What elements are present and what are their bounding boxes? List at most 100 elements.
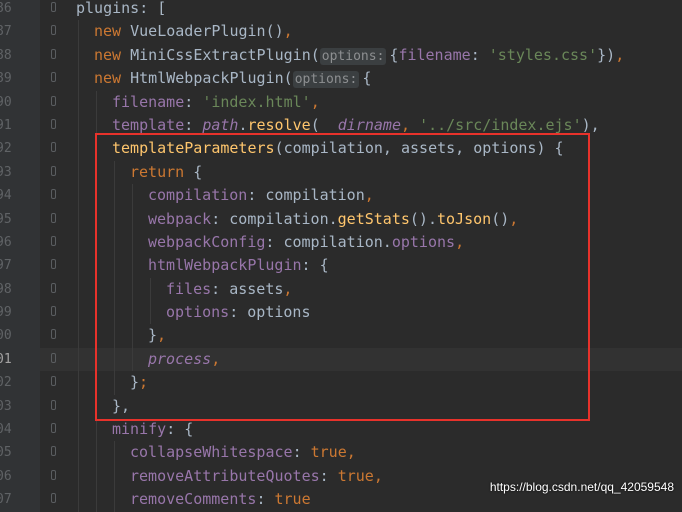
fold-marker-icon[interactable] bbox=[49, 234, 58, 250]
line-number: 04 bbox=[0, 418, 40, 442]
fold-marker-icon[interactable] bbox=[49, 281, 58, 297]
code-line[interactable]: 01 process, bbox=[0, 347, 682, 372]
code-token: : bbox=[184, 92, 203, 111]
code-text: htmlWebpackPlugin: { bbox=[148, 254, 329, 277]
line-number: 97 bbox=[0, 254, 40, 278]
indent-guide bbox=[150, 301, 151, 325]
code-line[interactable]: 04 minify: { bbox=[0, 418, 682, 442]
code-line[interactable]: 97 htmlWebpackPlugin: { bbox=[0, 254, 682, 278]
indent-guide bbox=[114, 371, 115, 395]
parameter-hint: options: bbox=[292, 71, 360, 89]
code-token: ( bbox=[283, 69, 293, 88]
code-line[interactable]: 99 options: options bbox=[0, 301, 682, 325]
code-line[interactable]: 00}, bbox=[0, 324, 682, 348]
code-token: : [ bbox=[139, 0, 167, 17]
code-text: webpack: compilation.getStats().toJson()… bbox=[148, 208, 518, 231]
fold-marker-icon[interactable] bbox=[49, 257, 58, 273]
line-number: 05 bbox=[0, 441, 40, 465]
indent-guide bbox=[78, 67, 79, 91]
code-token: templateParameters bbox=[112, 139, 275, 158]
fold-marker-icon[interactable] bbox=[49, 327, 58, 343]
code-text: return { bbox=[130, 161, 202, 184]
code-text: }, bbox=[148, 324, 166, 347]
fold-marker-icon[interactable] bbox=[49, 23, 58, 39]
code-line[interactable]: 03}, bbox=[0, 394, 682, 419]
code-line[interactable]: 86 plugins: [ bbox=[0, 0, 682, 21]
code-line[interactable]: 91 template: path.resolve(__dirname, '../… bbox=[0, 113, 682, 138]
indent-guide bbox=[114, 160, 115, 185]
indent-guide bbox=[114, 207, 115, 231]
fold-marker-icon[interactable] bbox=[49, 94, 58, 110]
code-token: (). bbox=[409, 209, 437, 228]
code-text: new HtmlWebpackPlugin(options:{ bbox=[94, 67, 371, 90]
fold-marker-icon[interactable] bbox=[49, 374, 58, 390]
indent-guide bbox=[96, 394, 97, 419]
code-text: options: options bbox=[166, 301, 311, 324]
line-number: 00 bbox=[0, 324, 40, 348]
code-line[interactable]: 98 files: assets, bbox=[0, 277, 682, 302]
code-token: : bbox=[470, 45, 489, 64]
code-line[interactable]: 05 collapseWhitespace: true, bbox=[0, 441, 682, 465]
indent-guide bbox=[78, 371, 79, 395]
code-editor[interactable]: 86plugins: [87new VueLoaderPlugin(),88ne… bbox=[0, 0, 682, 512]
code-token: true bbox=[337, 466, 374, 485]
fold-marker-icon[interactable] bbox=[49, 421, 58, 437]
line-number: 06 bbox=[0, 464, 40, 489]
fold-marker-icon[interactable] bbox=[49, 70, 58, 86]
code-token: : compilation bbox=[247, 186, 365, 205]
code-token: options bbox=[391, 232, 456, 251]
fold-marker-icon[interactable] bbox=[49, 47, 58, 63]
fold-marker-icon[interactable] bbox=[49, 187, 58, 203]
code-line[interactable]: 88 new MiniCssExtractPlugin(options:{file… bbox=[0, 43, 682, 68]
indent-guide bbox=[78, 418, 79, 442]
indent-guide bbox=[132, 230, 133, 255]
fold-marker-icon[interactable] bbox=[49, 304, 58, 320]
indent-guide bbox=[132, 347, 133, 372]
code-line[interactable]: 96 webpackConfig: compilation.options, bbox=[0, 230, 682, 255]
fold-marker-icon[interactable] bbox=[49, 117, 58, 133]
code-token: , bbox=[509, 209, 519, 228]
fold-marker-icon[interactable] bbox=[49, 491, 58, 507]
fold-marker-icon[interactable] bbox=[49, 140, 58, 156]
fold-marker-icon[interactable] bbox=[49, 351, 58, 367]
parameter-hint: options: bbox=[319, 47, 387, 65]
code-text: }, bbox=[112, 395, 130, 418]
code-line[interactable]: 02}; bbox=[0, 371, 682, 395]
fold-marker-icon[interactable] bbox=[49, 468, 58, 484]
code-token: : compilation. bbox=[211, 209, 338, 228]
code-token: VueLoaderPlugin bbox=[130, 22, 266, 41]
code-line[interactable]: 87 new VueLoaderPlugin(), bbox=[0, 20, 682, 44]
fold-marker-icon[interactable] bbox=[49, 164, 58, 180]
line-number: 87 bbox=[0, 20, 40, 44]
indent-guide bbox=[96, 347, 97, 372]
code-token: , bbox=[157, 326, 167, 345]
code-token: '../src/index.ejs' bbox=[419, 115, 582, 134]
fold-marker-icon[interactable] bbox=[49, 444, 58, 460]
line-number: 88 bbox=[0, 43, 40, 68]
fold-marker-icon[interactable] bbox=[49, 398, 58, 414]
indent-guide bbox=[96, 254, 97, 278]
code-token: minify bbox=[112, 420, 167, 439]
code-text: templateParameters(compilation, assets, … bbox=[112, 137, 564, 160]
code-line[interactable]: 89 new HtmlWebpackPlugin(options:{ bbox=[0, 67, 682, 91]
code-token: removeComments bbox=[130, 490, 257, 509]
indent-guide bbox=[78, 347, 79, 372]
line-number: 90 bbox=[0, 90, 40, 114]
indent-guide bbox=[96, 324, 97, 348]
code-token: }, bbox=[112, 396, 131, 415]
code-line[interactable]: 94 compilation: compilation, bbox=[0, 184, 682, 208]
code-line[interactable]: 90 filename: 'index.html', bbox=[0, 90, 682, 114]
indent-guide bbox=[132, 207, 133, 231]
code-text: webpackConfig: compilation.options, bbox=[148, 231, 464, 254]
code-line[interactable]: 95 webpack: compilation.getStats().toJson… bbox=[0, 207, 682, 231]
indent-guide bbox=[96, 230, 97, 255]
code-token: new bbox=[94, 22, 131, 41]
indent-guide bbox=[96, 464, 97, 489]
code-line[interactable]: 92 templateParameters(compilation, assets… bbox=[0, 137, 682, 161]
indent-guide bbox=[96, 441, 97, 465]
code-line[interactable]: 93 return { bbox=[0, 160, 682, 185]
code-token: , bbox=[373, 466, 383, 485]
code-token: : compilation. bbox=[265, 232, 392, 251]
fold-marker-icon[interactable] bbox=[49, 211, 58, 227]
fold-marker-icon[interactable] bbox=[49, 0, 58, 16]
